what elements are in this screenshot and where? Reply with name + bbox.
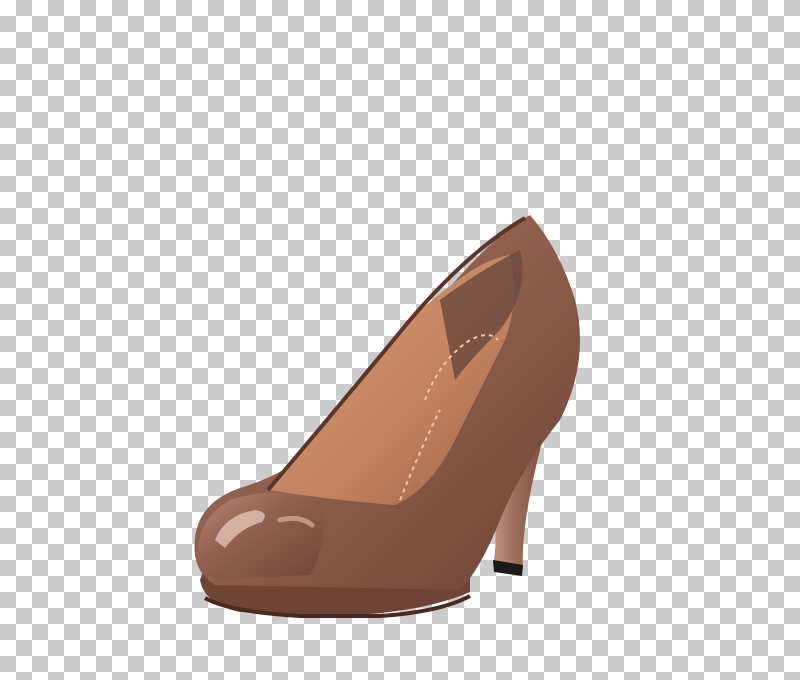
transparency-background [0,0,800,680]
shoe-pump-image [194,215,580,618]
